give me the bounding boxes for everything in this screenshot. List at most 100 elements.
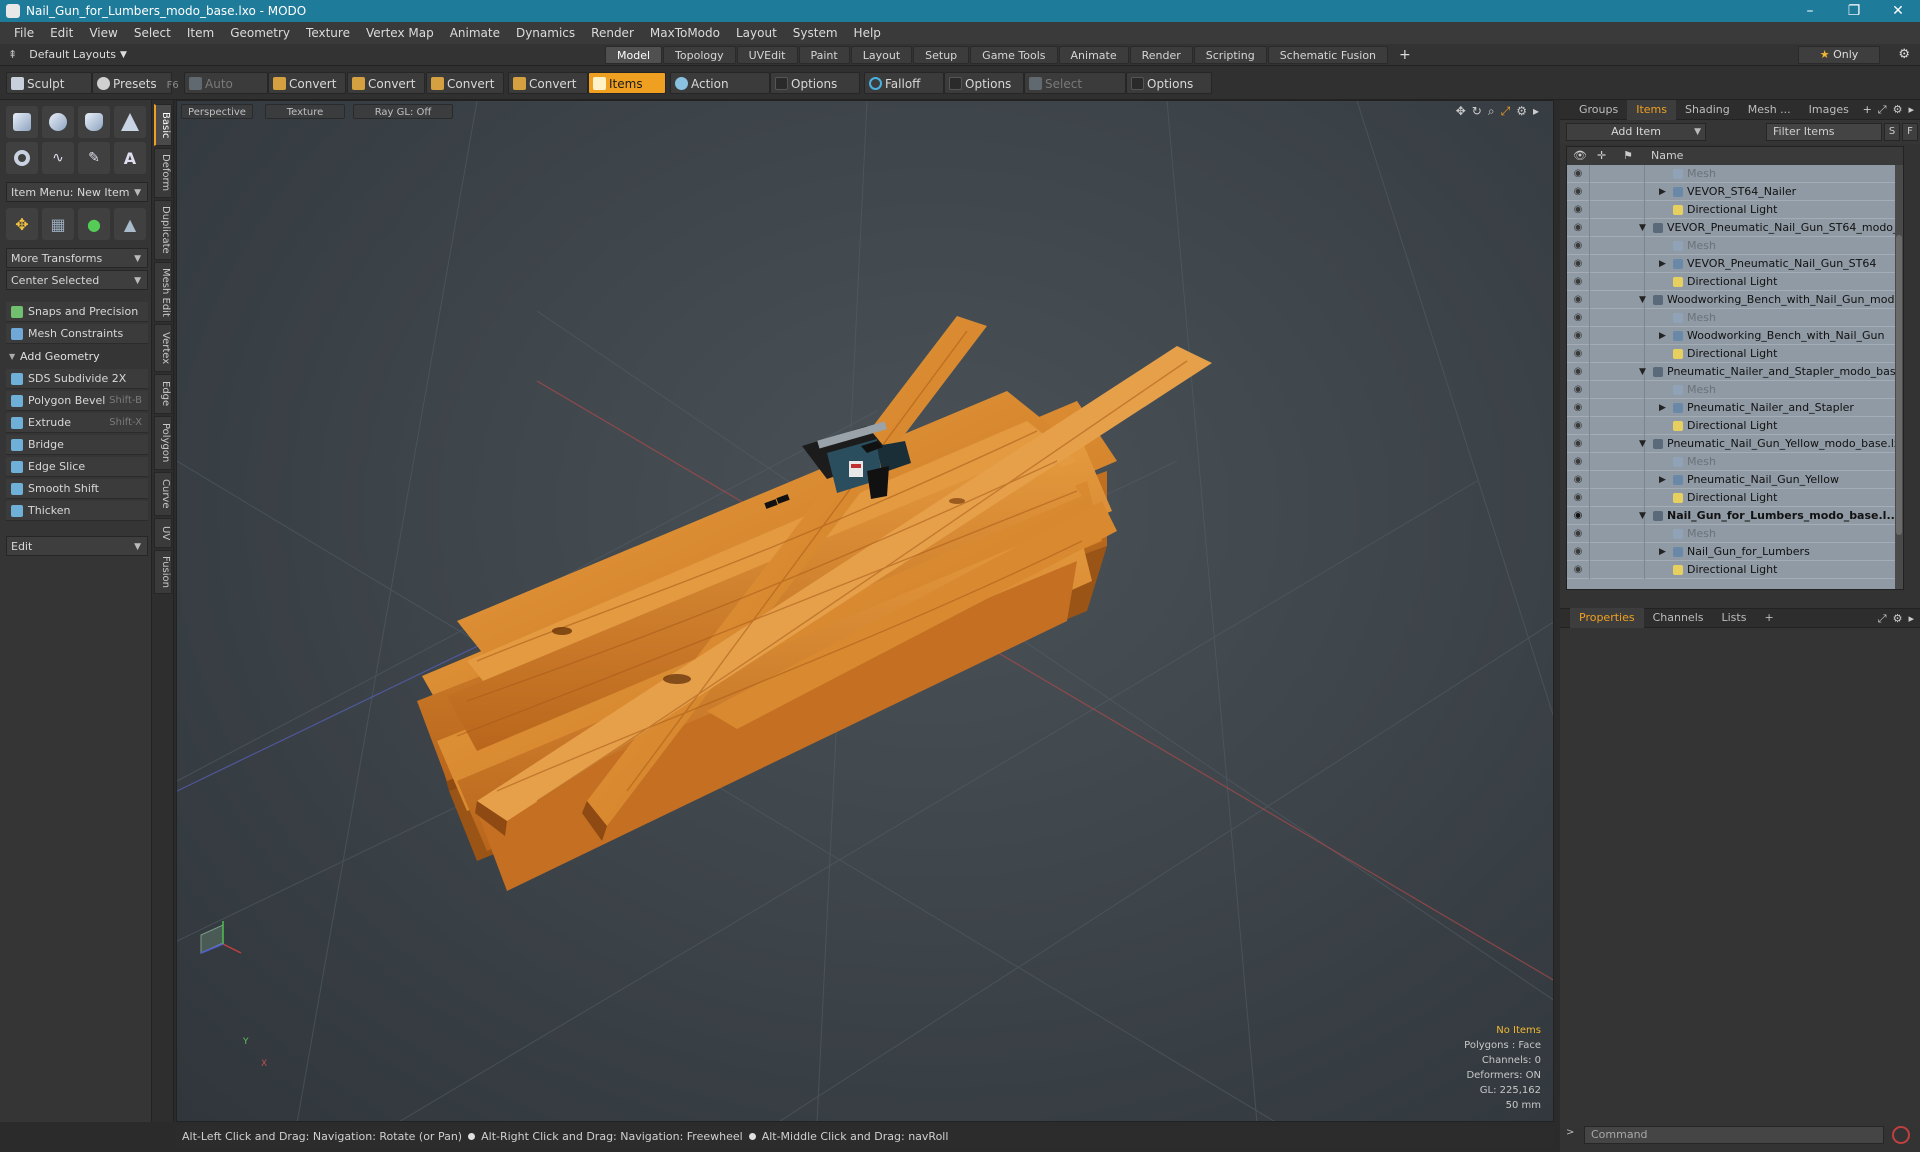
- visibility-eye-icon[interactable]: ◉: [1571, 273, 1585, 291]
- convert-edges-button[interactable]: Convert: [347, 72, 425, 94]
- tab-render[interactable]: Render: [1129, 45, 1193, 64]
- action-center-options-button[interactable]: Options: [770, 72, 860, 94]
- perspective-button[interactable]: Perspective: [181, 104, 253, 119]
- tree-row[interactable]: ◉ ▶ Woodworking_Bench_with_Nail_Gun: [1567, 327, 1903, 345]
- visibility-eye-icon[interactable]: ◉: [1571, 201, 1585, 219]
- tab-channels[interactable]: Channels: [1644, 608, 1713, 628]
- expand-right-icon[interactable]: ▶: [1659, 543, 1666, 561]
- tab-paint[interactable]: Paint: [798, 45, 850, 64]
- tree-row[interactable]: ◉ ▶ VEVOR_ST64_Nailer: [1567, 183, 1903, 201]
- filter-items-input[interactable]: Filter Items: [1766, 123, 1882, 141]
- rotate-icon[interactable]: ↻: [1472, 104, 1482, 119]
- edge-slice-button[interactable]: Edge Slice: [6, 457, 148, 477]
- expand-down-icon[interactable]: ▼: [1639, 435, 1646, 453]
- falloff-button[interactable]: Falloff: [864, 72, 944, 94]
- auto-select-button[interactable]: Auto Select: [184, 72, 268, 113]
- visibility-eye-icon[interactable]: ◉: [1571, 381, 1585, 399]
- tree-row[interactable]: ◉ Directional Light: [1567, 417, 1903, 435]
- tab-topology[interactable]: Topology: [663, 45, 736, 64]
- add-item-dropdown[interactable]: Add Item ▼: [1566, 123, 1706, 141]
- scale-icon[interactable]: ▲: [114, 208, 146, 240]
- menu-system[interactable]: System: [785, 26, 846, 40]
- expand-right-icon[interactable]: ▶: [1659, 255, 1666, 273]
- tree-row[interactable]: ◉ ▼ Woodworking_Bench_with_Nail_Gun_modo..…: [1567, 291, 1903, 309]
- visibility-eye-icon[interactable]: ◉: [1571, 183, 1585, 201]
- visibility-eye-icon[interactable]: ◉: [1571, 561, 1585, 579]
- tree-row[interactable]: ◉ Directional Light: [1567, 561, 1903, 579]
- minimize-button[interactable]: –: [1788, 3, 1832, 19]
- tree-row[interactable]: ◉ Mesh: [1567, 165, 1903, 183]
- layout-selector[interactable]: ⇞ Default Layouts ▼: [0, 48, 605, 61]
- visibility-eye-icon[interactable]: ◉: [1571, 291, 1585, 309]
- items-mode-button[interactable]: Items: [588, 72, 666, 94]
- maximize-button[interactable]: ❐: [1832, 3, 1876, 19]
- menu-animate[interactable]: Animate: [442, 26, 508, 40]
- menu-help[interactable]: Help: [846, 26, 889, 40]
- menu-edit[interactable]: Edit: [42, 26, 81, 40]
- menu-render[interactable]: Render: [583, 26, 642, 40]
- gear-icon[interactable]: ⚙: [1893, 103, 1903, 117]
- tree-row[interactable]: ◉ Directional Light: [1567, 345, 1903, 363]
- cone-icon[interactable]: [114, 106, 146, 138]
- visibility-eye-icon[interactable]: ◉: [1571, 219, 1585, 237]
- tab-shading[interactable]: Shading: [1676, 100, 1739, 120]
- convert-items-button[interactable]: Convert: [508, 72, 588, 94]
- expand-down-icon[interactable]: ▼: [1639, 219, 1646, 237]
- tree-row[interactable]: ◉ Mesh: [1567, 453, 1903, 471]
- vtab-duplicate[interactable]: Duplicate: [154, 200, 172, 260]
- filter-s-button[interactable]: S: [1884, 123, 1900, 141]
- expand-right-icon[interactable]: ▶: [1659, 327, 1666, 345]
- tree-scrollbar[interactable]: [1895, 165, 1903, 589]
- menu-arrow-icon[interactable]: ▸: [1908, 103, 1914, 117]
- vtab-mesh-edit[interactable]: Mesh Edit: [154, 262, 172, 322]
- visibility-eye-icon[interactable]: ◉: [1571, 543, 1585, 561]
- tree-row[interactable]: ◉ ▼ Nail_Gun_for_Lumbers_modo_base.l...: [1567, 507, 1903, 525]
- expand-right-icon[interactable]: ▶: [1659, 471, 1666, 489]
- 3d-viewport[interactable]: Perspective Texture Ray GL: Off ✥ ↻ ⌕ ⤢ …: [176, 100, 1554, 1122]
- globe-icon[interactable]: ●: [78, 208, 110, 240]
- visibility-eye-icon[interactable]: ◉: [1571, 237, 1585, 255]
- smooth-shift-button[interactable]: Smooth Shift: [6, 479, 148, 499]
- pen-icon[interactable]: ✎: [78, 142, 110, 174]
- command-input[interactable]: Command: [1584, 1126, 1884, 1144]
- tab-uvedit[interactable]: UVEdit: [736, 45, 798, 64]
- tree-row[interactable]: ◉ Directional Light: [1567, 201, 1903, 219]
- visibility-eye-icon[interactable]: ◉: [1571, 345, 1585, 363]
- menu-geometry[interactable]: Geometry: [222, 26, 298, 40]
- expand-right-icon[interactable]: ▶: [1659, 183, 1666, 201]
- tree-row[interactable]: ◉ ▼ VEVOR_Pneumatic_Nail_Gun_ST64_modo_...: [1567, 219, 1903, 237]
- visibility-eye-icon[interactable]: ◉: [1571, 363, 1585, 381]
- vtab-basic[interactable]: Basic: [154, 104, 172, 146]
- expand-down-icon[interactable]: ▼: [1639, 507, 1646, 525]
- cylinder-icon[interactable]: [78, 106, 110, 138]
- tree-row[interactable]: ◉ ▶ Nail_Gun_for_Lumbers: [1567, 543, 1903, 561]
- menu-arrow-icon[interactable]: ▸: [1908, 612, 1914, 626]
- viewport-gear-icon[interactable]: ⚙: [1516, 104, 1527, 119]
- viewport-menu-icon[interactable]: ▸: [1533, 104, 1539, 119]
- visibility-eye-icon[interactable]: ◉: [1571, 399, 1585, 417]
- vtab-edge[interactable]: Edge: [154, 374, 172, 414]
- menu-file[interactable]: File: [6, 26, 42, 40]
- vtab-deform[interactable]: Deform: [154, 148, 172, 198]
- pan-icon[interactable]: ✥: [1456, 104, 1466, 119]
- tree-row[interactable]: ◉ ▶ Pneumatic_Nailer_and_Stapler: [1567, 399, 1903, 417]
- vtab-curve[interactable]: Curve: [154, 472, 172, 516]
- grid-icon[interactable]: ▦: [42, 208, 74, 240]
- convert-polygons-button[interactable]: Convert: [426, 72, 504, 94]
- tree-row[interactable]: ◉ ▶ Pneumatic_Nail_Gun_Yellow: [1567, 471, 1903, 489]
- tree-row[interactable]: ◉ Directional Light: [1567, 273, 1903, 291]
- tab-setup[interactable]: Setup: [913, 45, 970, 64]
- tree-row[interactable]: ◉ Mesh: [1567, 381, 1903, 399]
- gear-icon[interactable]: ⚙: [1893, 612, 1903, 626]
- select-through-button[interactable]: Select Through: [1024, 72, 1126, 113]
- raygl-button[interactable]: Ray GL: Off: [353, 104, 453, 119]
- menu-texture[interactable]: Texture: [298, 26, 358, 40]
- tab-animate[interactable]: Animate: [1058, 45, 1129, 64]
- snaps-precision-button[interactable]: Snaps and Precision: [6, 302, 148, 322]
- only-button[interactable]: ★ Only: [1798, 46, 1880, 64]
- presets-button[interactable]: Presets F6: [92, 72, 179, 94]
- tree-row[interactable]: ◉ Mesh: [1567, 237, 1903, 255]
- center-selected-dropdown[interactable]: Center Selected ▼: [6, 270, 148, 290]
- add-tab-icon[interactable]: +: [1863, 103, 1872, 117]
- select-through-options-button[interactable]: Options: [1126, 72, 1212, 94]
